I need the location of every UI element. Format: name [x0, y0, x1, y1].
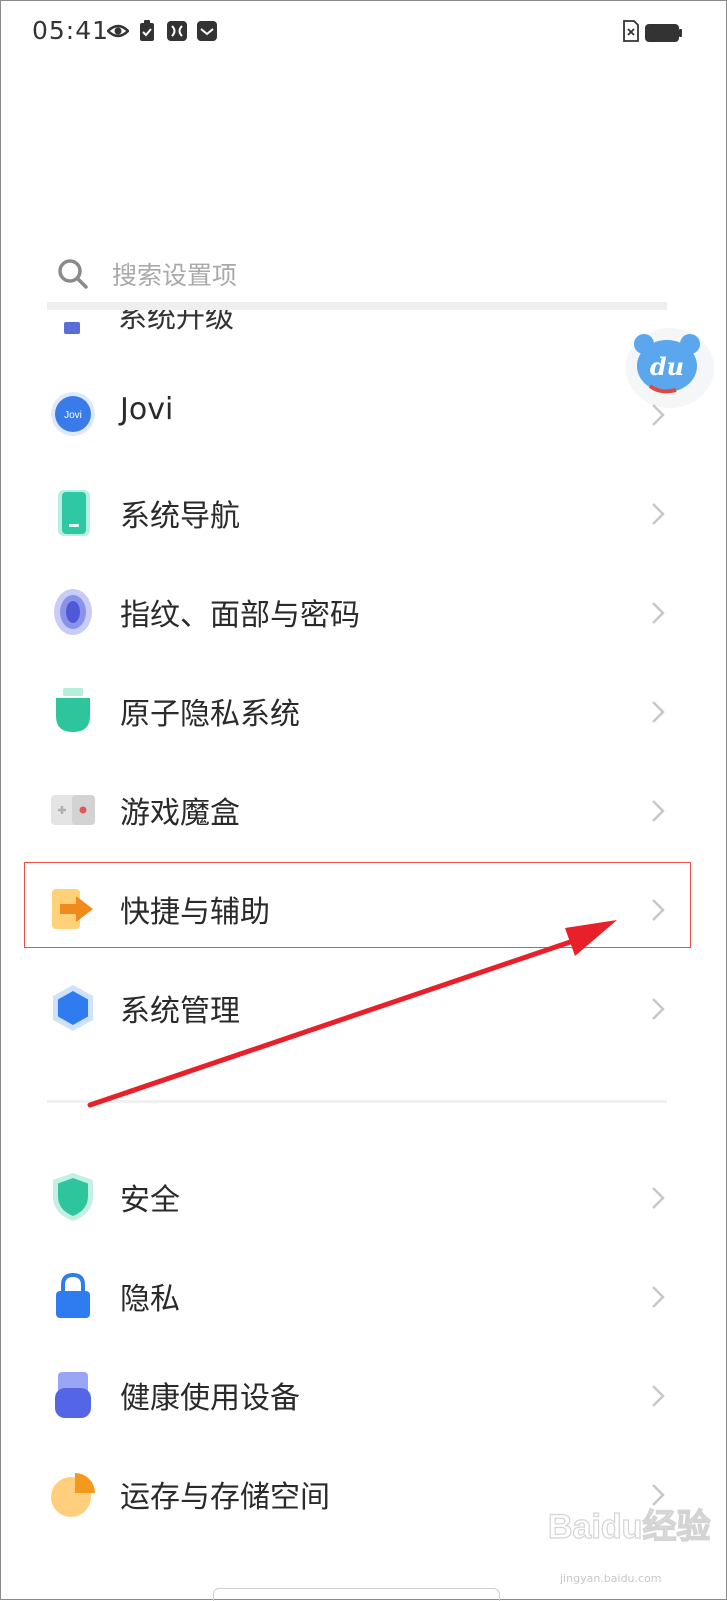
watermark-text: Baidu经验	[548, 1507, 710, 1546]
baidu-watermark-logo: Baidu经验	[547, 1506, 711, 1546]
home-indicator[interactable]	[213, 1588, 500, 1601]
annotation-arrow	[87, 920, 617, 1108]
watermark-url: jingyan.baidu.com	[560, 1572, 662, 1585]
